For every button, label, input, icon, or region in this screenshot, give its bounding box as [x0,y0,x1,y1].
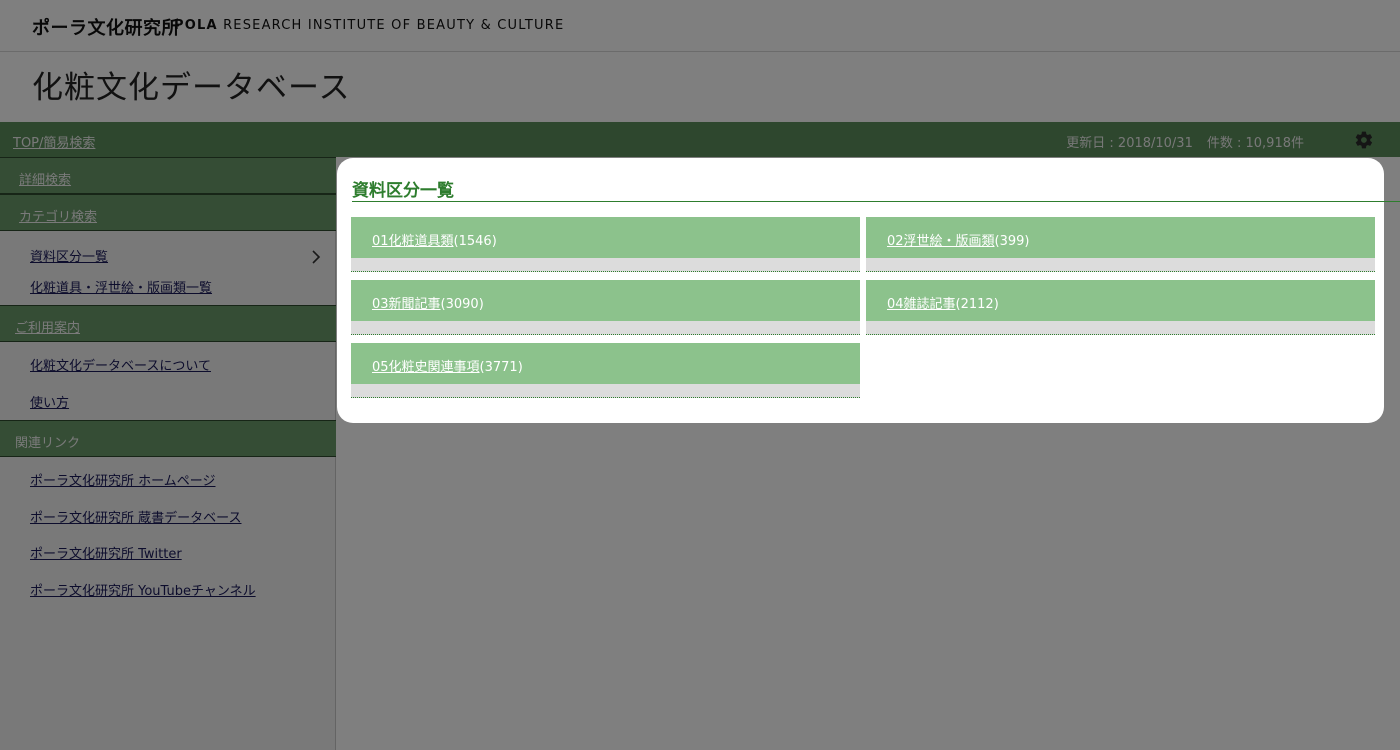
tile-header: 02浮世絵・版画類(399) [866,217,1375,258]
tile-link[interactable]: 03新聞記事 [372,297,441,312]
modal-title: 資料区分一覧 [352,181,454,201]
tile-header: 01化粧道具類(1546) [351,217,860,258]
tile-text: 03新聞記事(3090) [372,293,484,312]
tile-text: 05化粧史関連事項(3771) [372,356,523,375]
tile-count: (399) [994,234,1030,249]
tile-count: (1546) [453,234,497,249]
tile-header: 03新聞記事(3090) [351,280,860,321]
category-tile-03[interactable]: 03新聞記事(3090) [351,280,860,335]
category-tile-05[interactable]: 05化粧史関連事項(3771) [351,343,860,398]
category-tile-02[interactable]: 02浮世絵・版画類(399) [866,217,1375,272]
tile-link[interactable]: 02浮世絵・版画類 [887,234,995,249]
tile-header: 05化粧史関連事項(3771) [351,343,860,384]
tile-link[interactable]: 01化粧道具類 [372,234,454,249]
tile-text: 01化粧道具類(1546) [372,230,497,249]
category-tile-04[interactable]: 04雑誌記事(2112) [866,280,1375,335]
tile-count: (2112) [955,297,999,312]
tile-text: 02浮世絵・版画類(399) [887,230,1030,249]
tile-link[interactable]: 05化粧史関連事項 [372,360,480,375]
tile-link[interactable]: 04雑誌記事 [887,297,956,312]
tile-count: (3090) [440,297,484,312]
tile-text: 04雑誌記事(2112) [887,293,999,312]
category-tile-01[interactable]: 01化粧道具類(1546) [351,217,860,272]
modal-divider [352,201,1400,202]
tile-count: (3771) [479,360,523,375]
material-category-modal: 資料区分一覧 01化粧道具類(1546) 02浮世絵・版画類(399) 03新聞… [337,158,1400,423]
tile-header: 04雑誌記事(2112) [866,280,1375,321]
